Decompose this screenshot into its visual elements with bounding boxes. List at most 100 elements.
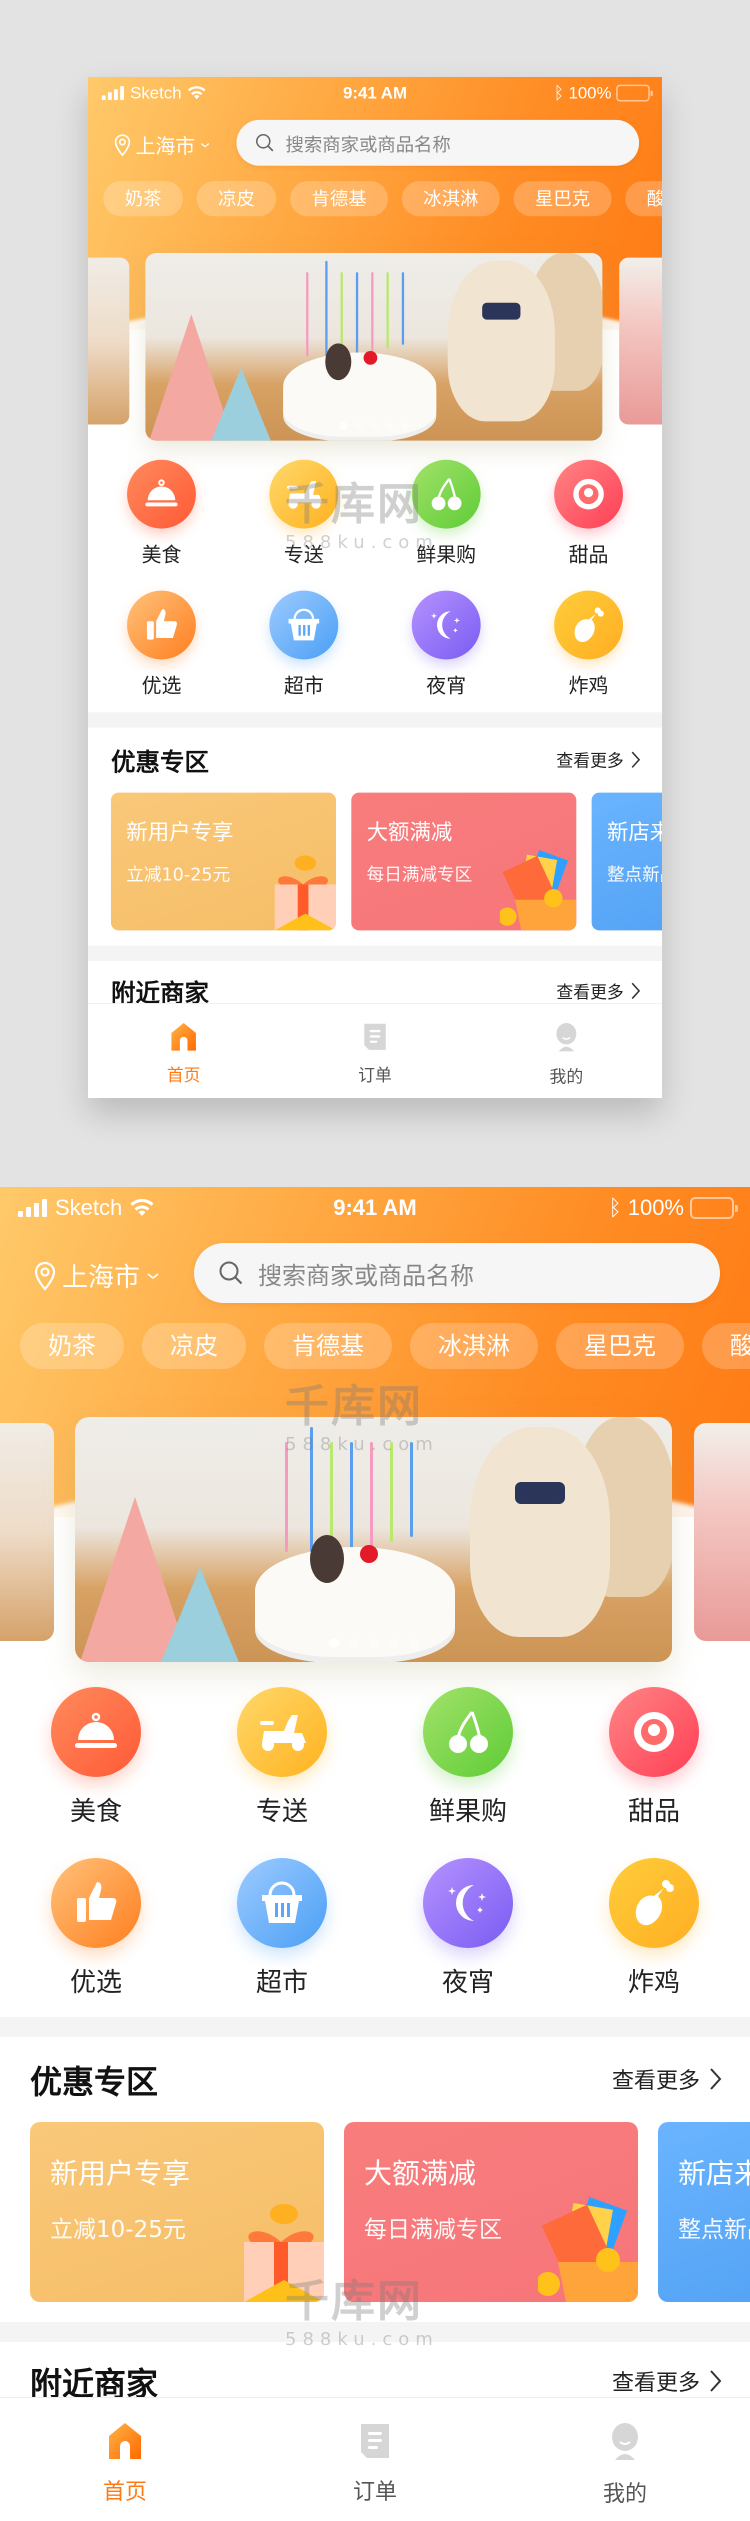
view-more-label: 查看更多 xyxy=(556,983,624,1003)
tab-home[interactable]: 首页 xyxy=(88,1004,279,1098)
banner-pagination xyxy=(145,422,602,430)
hot-tag[interactable]: 酸奶 xyxy=(625,181,663,217)
promo-card[interactable]: 新店来袭整点新品 xyxy=(591,792,663,931)
promo-card[interactable]: 新店来袭整点新品 xyxy=(658,2122,750,2302)
category-label: 甜品 xyxy=(568,543,609,567)
hot-tag[interactable]: 冰淇淋 xyxy=(410,1323,538,1369)
battery-icon xyxy=(616,84,653,102)
promo-card[interactable]: 大额满减 每日满减专区 xyxy=(351,792,577,931)
promo-title: 新用户专享 xyxy=(126,819,234,845)
banner-image-bear xyxy=(447,260,555,422)
search-icon xyxy=(219,1261,243,1285)
promo-card[interactable]: 新用户专享 立减10-25元 xyxy=(30,2122,324,2302)
chevron-right-icon xyxy=(710,2068,722,2090)
tab-profile[interactable]: 我的 xyxy=(471,1004,662,1098)
promo-card[interactable]: 新用户专享 立减10-25元 xyxy=(110,792,336,931)
hot-tag[interactable]: 肯德基 xyxy=(264,1323,392,1369)
category-item[interactable]: 夜宵 xyxy=(375,1858,561,1999)
tab-profile[interactable]: 我的 xyxy=(500,2398,750,2521)
banner-next-slide[interactable] xyxy=(619,257,663,425)
hot-tags: 奶茶凉皮肯德基冰淇淋星巴克酸奶 xyxy=(103,181,663,217)
category-item[interactable]: 美食 xyxy=(90,459,232,568)
battery-percent: 100% xyxy=(568,83,612,103)
search-placeholder: 搜索商家或商品名称 xyxy=(285,134,451,156)
category-item[interactable]: 优选 xyxy=(90,590,232,699)
watermark: 千库网 588ku.com xyxy=(285,1381,439,1455)
search-input[interactable]: 搜索商家或商品名称 xyxy=(236,119,640,166)
banner-next-slide[interactable] xyxy=(694,1423,750,1641)
location-label: 上海市 xyxy=(62,1263,141,1293)
pagination-dot[interactable] xyxy=(400,422,409,430)
banner-prev-slide[interactable] xyxy=(0,1423,54,1641)
nearby-view-more-link[interactable]: 查看更多 xyxy=(612,2365,722,2397)
pagination-dot[interactable] xyxy=(388,1638,399,1648)
promo-subtitle: 整点新品 xyxy=(606,865,662,886)
thumbs-up-icon xyxy=(51,1858,141,1948)
category-item[interactable]: 夜宵 xyxy=(375,590,517,699)
hot-tag[interactable]: 奶茶 xyxy=(20,1323,124,1369)
tab-orders[interactable]: 订单 xyxy=(250,2398,500,2521)
category-grid: 美食 专送 鲜果购 甜品优选 超市 夜宵 炸鸡 xyxy=(0,1687,750,1999)
hot-tag[interactable]: 星巴克 xyxy=(556,1323,684,1369)
moon-icon xyxy=(411,590,481,660)
chevron-right-icon xyxy=(710,2370,722,2392)
section-divider xyxy=(88,945,663,962)
pagination-dot[interactable] xyxy=(368,1638,379,1648)
location-selector[interactable]: 上海市 xyxy=(114,131,210,159)
hot-tag[interactable]: 星巴克 xyxy=(513,181,612,217)
category-item[interactable]: 炸鸡 xyxy=(561,1858,747,1999)
hot-tag[interactable]: 凉皮 xyxy=(196,181,277,217)
hot-tag[interactable]: 奶茶 xyxy=(103,181,183,217)
pagination-dot[interactable] xyxy=(354,422,363,430)
category-item[interactable]: 优选 xyxy=(3,1858,189,1999)
pagination-dot[interactable] xyxy=(339,422,348,430)
location-selector[interactable]: 上海市 xyxy=(34,1257,160,1294)
promo-view-more-link[interactable]: 查看更多 xyxy=(612,2063,722,2095)
location-pin-icon xyxy=(114,133,131,156)
category-item[interactable]: 甜品 xyxy=(517,459,659,568)
promo-view-more-link[interactable]: 查看更多 xyxy=(556,747,641,771)
order-icon xyxy=(359,2422,391,2466)
category-item[interactable]: 甜品 xyxy=(561,1687,747,1828)
pagination-dot[interactable] xyxy=(385,422,394,430)
tab-home[interactable]: 首页 xyxy=(0,2398,250,2521)
pagination-dot[interactable] xyxy=(408,1638,419,1648)
hot-tag[interactable]: 凉皮 xyxy=(142,1323,246,1369)
promo-section-title: 优惠专区 xyxy=(110,747,209,777)
promo-title: 大额满减 xyxy=(364,2157,477,2190)
promo-subtitle: 每日满减专区 xyxy=(366,865,473,886)
category-item[interactable]: 超市 xyxy=(189,1858,375,1999)
hot-tag[interactable]: 肯德基 xyxy=(290,181,389,217)
home-icon xyxy=(170,1022,198,1056)
tab-label: 首页 xyxy=(102,2480,147,2505)
drumstick-icon xyxy=(554,590,624,660)
category-label: 夜宵 xyxy=(426,674,467,698)
thumbs-up-icon xyxy=(127,590,196,660)
hot-tag[interactable]: 酸奶 xyxy=(702,1323,750,1369)
hot-tag[interactable]: 冰淇淋 xyxy=(401,181,500,217)
nearby-view-more-link[interactable]: 查看更多 xyxy=(556,979,641,1003)
tab-orders[interactable]: 订单 xyxy=(279,1004,470,1098)
category-item[interactable]: 美食 xyxy=(3,1687,189,1828)
pagination-dot[interactable] xyxy=(348,1638,359,1648)
pagination-dot[interactable] xyxy=(370,422,378,430)
category-item[interactable]: 鲜果购 xyxy=(375,1687,561,1828)
donut-icon xyxy=(609,1687,699,1777)
banner-carousel[interactable] xyxy=(145,253,603,441)
profile-icon xyxy=(609,2422,641,2468)
pagination-dot[interactable] xyxy=(328,1638,339,1648)
banner-prev-slide[interactable] xyxy=(88,257,130,425)
bluetooth-icon: ᛒ xyxy=(608,1195,622,1220)
search-input[interactable]: 搜索商家或商品名称 xyxy=(194,1243,720,1303)
home-icon xyxy=(107,2422,143,2466)
category-label: 优选 xyxy=(69,1968,122,1998)
category-label: 优选 xyxy=(141,674,182,698)
category-item[interactable]: 炸鸡 xyxy=(517,590,659,699)
category-label: 超市 xyxy=(283,674,324,698)
status-bar: Sketch 9:41 AM ᛒ 100% xyxy=(0,1187,750,1231)
category-item[interactable]: 超市 xyxy=(233,590,375,699)
gift-box-icon xyxy=(274,855,336,931)
bottom-tab-bar: 首页 订单 我的 xyxy=(88,1003,663,1099)
category-item[interactable]: 专送 xyxy=(189,1687,375,1828)
profile-icon xyxy=(554,1022,578,1057)
